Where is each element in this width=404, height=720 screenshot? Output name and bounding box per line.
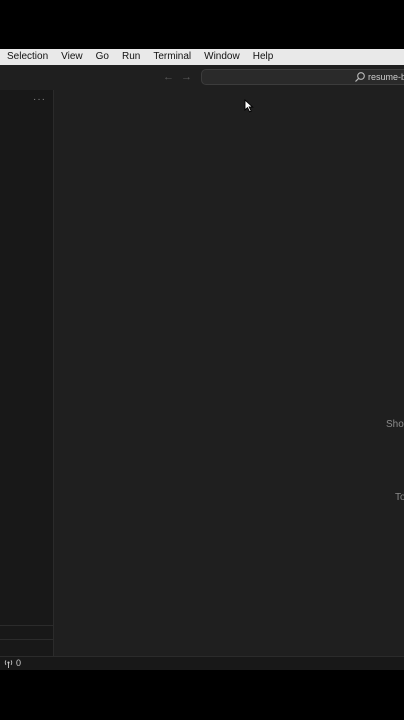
ports-icon <box>4 660 13 668</box>
command-center-label: resume-b <box>368 72 404 82</box>
menu-view[interactable]: View <box>61 49 83 65</box>
search-icon <box>355 72 365 82</box>
menu-go[interactable]: Go <box>96 49 109 65</box>
mouse-cursor-icon <box>244 99 254 113</box>
screen: Selection View Go Run Terminal Window He… <box>0 0 404 720</box>
hint-toggle: To <box>395 492 404 503</box>
status-ports[interactable]: 0 <box>4 658 21 669</box>
menu-terminal[interactable]: Terminal <box>153 49 191 65</box>
more-actions-icon[interactable]: ··· <box>33 95 46 105</box>
hint-show-commands: Sho <box>386 419 404 430</box>
ports-count: 0 <box>16 658 22 668</box>
primary-sidebar: ··· <box>0 90 54 656</box>
editor-area[interactable]: Sho To <box>54 90 404 656</box>
arrow-right-icon[interactable]: → <box>181 70 192 84</box>
sidebar-divider <box>0 625 54 626</box>
menu-window[interactable]: Window <box>204 49 240 65</box>
menu-help[interactable]: Help <box>253 49 274 65</box>
status-bar: 0 <box>0 656 404 670</box>
sidebar-divider <box>0 639 54 640</box>
command-center-search[interactable]: resume-b <box>201 69 404 85</box>
arrow-left-icon[interactable]: ← <box>163 70 174 84</box>
menu-selection[interactable]: Selection <box>7 49 48 65</box>
title-bar: ← → resume-b <box>0 65 404 90</box>
menu-bar: Selection View Go Run Terminal Window He… <box>0 49 404 65</box>
menu-run[interactable]: Run <box>122 49 140 65</box>
